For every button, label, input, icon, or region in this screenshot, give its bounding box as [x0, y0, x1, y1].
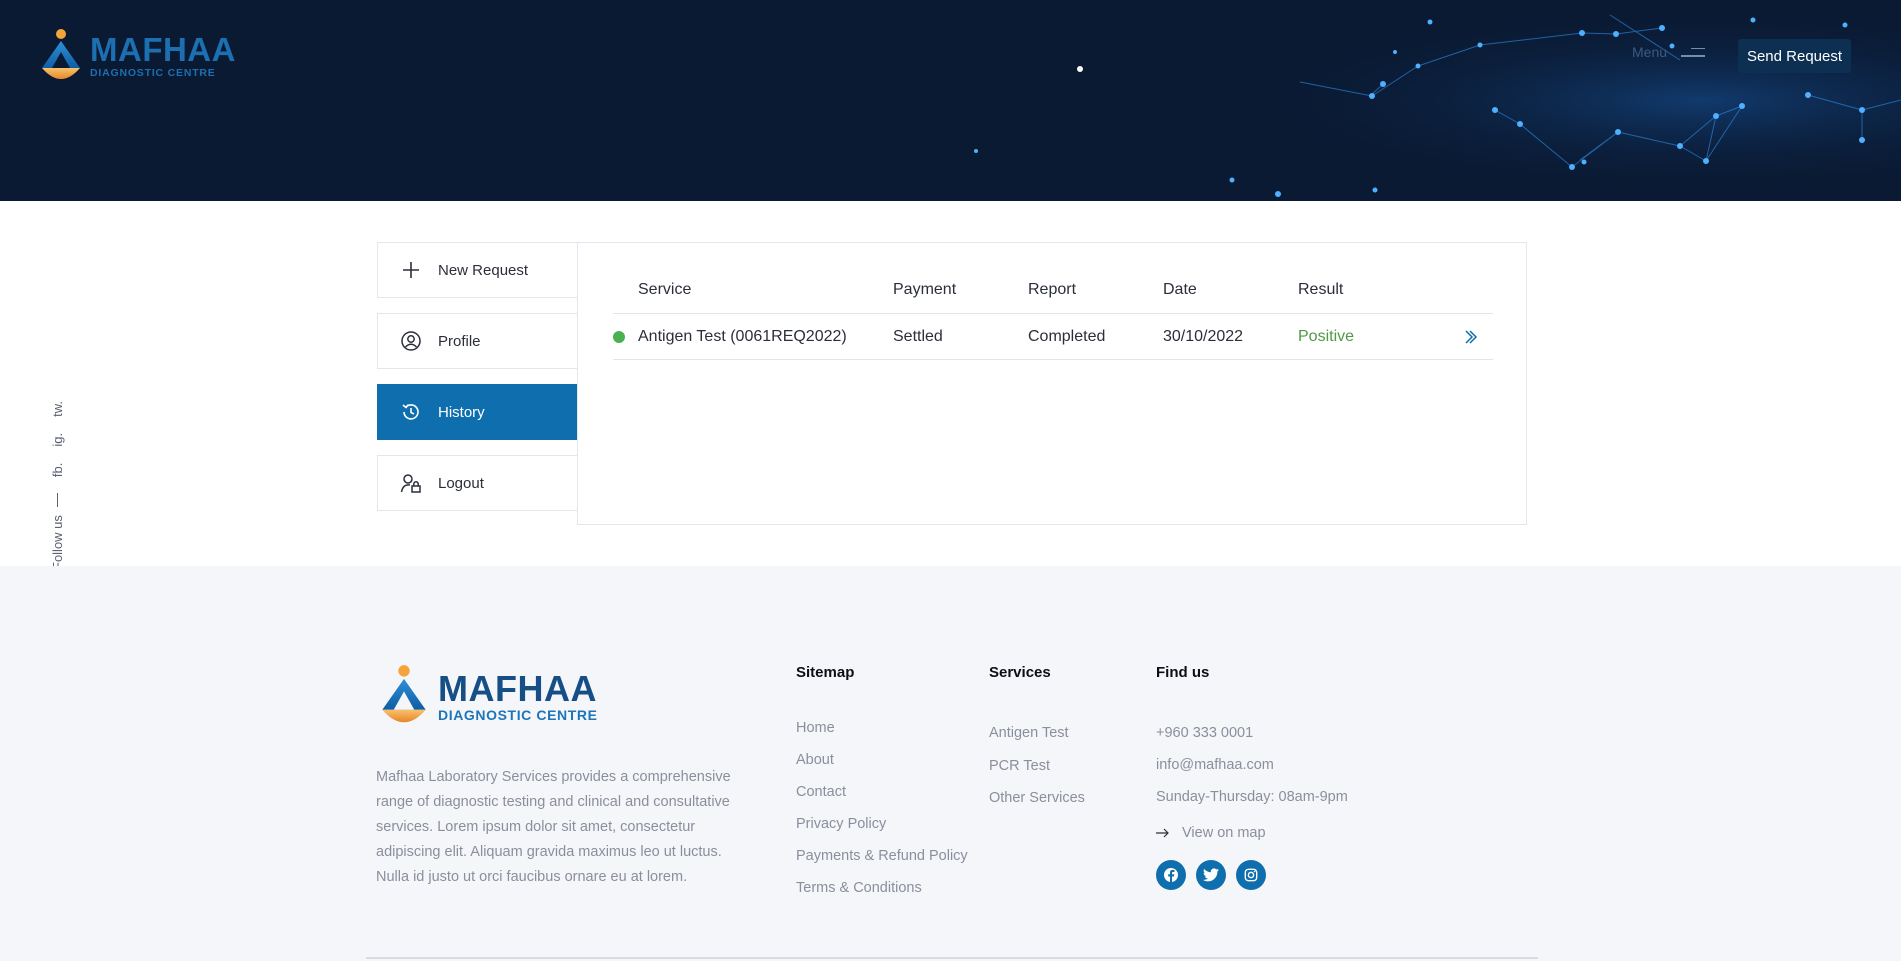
follow-divider — [57, 493, 58, 508]
history-panel: Service Payment Report Date Result Antig… — [577, 242, 1527, 525]
instagram-link[interactable]: ig. — [50, 433, 65, 447]
find-us-heading: Find us — [1156, 664, 1210, 681]
sidebar-item-history[interactable]: History — [377, 384, 578, 440]
services-heading: Services — [989, 664, 1051, 681]
instagram-icon — [1244, 868, 1258, 882]
twitter-link[interactable]: tw. — [50, 401, 65, 417]
footer-link-contact[interactable]: Contact — [796, 782, 968, 814]
site-header: MAFHAA DIAGNOSTIC CENTRE Menu Send Reque… — [0, 0, 1901, 201]
column-header-payment: Payment — [893, 281, 957, 298]
sidebar-item-new-request[interactable]: New Request — [377, 242, 578, 298]
follow-us-label: Follow us — [50, 515, 65, 570]
footer-link-about[interactable]: About — [796, 750, 968, 782]
facebook-icon — [1164, 868, 1178, 883]
footer-sitemap: Sitemap Home About Contact Privacy Polic… — [796, 664, 968, 910]
status-dot-cell — [613, 314, 625, 359]
sidebar-item-logout[interactable]: Logout — [377, 455, 578, 511]
table-header-row: Service Payment Report Date Result — [613, 267, 1493, 314]
twitter-button[interactable] — [1196, 860, 1226, 890]
footer-link-payments-refund-policy[interactable]: Payments & Refund Policy — [796, 846, 968, 878]
footer-brand-name: MAFHAA — [438, 667, 597, 709]
footer-link-antigen-test[interactable]: Antigen Test — [989, 723, 1085, 756]
footer-about-text: Mafhaa Laboratory Services provides a co… — [376, 769, 731, 885]
history-table: Service Payment Report Date Result Antig… — [613, 243, 1493, 360]
header-brand-name: MAFHAA — [90, 31, 236, 69]
column-header-report: Report — [1028, 281, 1077, 298]
footer-link-home[interactable]: Home — [796, 718, 968, 750]
report-cell: Completed — [1028, 327, 1106, 345]
facebook-link[interactable]: fb. — [50, 463, 65, 477]
social-icons — [1156, 860, 1348, 890]
user-lock-icon — [400, 474, 421, 493]
contact-email[interactable]: info@mafhaa.com — [1156, 755, 1348, 787]
sidebar-item-label: Profile — [438, 332, 481, 350]
menu-toggle[interactable]: Menu — [1632, 44, 1706, 60]
sidebar-item-label: New Request — [438, 261, 529, 279]
contact-phone[interactable]: +960 333 0001 — [1156, 723, 1348, 755]
column-header-service: Service — [638, 281, 692, 298]
status-indicator — [613, 330, 625, 343]
network-background-image — [0, 0, 1901, 201]
result-cell: Positive — [1298, 327, 1355, 345]
footer-link-pcr-test[interactable]: PCR Test — [989, 756, 1085, 789]
follow-us-bar: Follow us fb. ig. tw. — [50, 401, 65, 570]
instagram-button[interactable] — [1236, 860, 1266, 890]
date-cell: 30/10/2022 — [1163, 327, 1244, 345]
double-chevron-right-icon — [1465, 329, 1478, 344]
column-header-date: Date — [1163, 281, 1197, 298]
user-circle-icon — [401, 331, 421, 351]
view-on-map-link[interactable]: View on map — [1156, 825, 1348, 841]
footer-services: Services Antigen Test PCR Test Other Ser… — [989, 664, 1085, 821]
arrow-right-icon — [1156, 828, 1169, 838]
header-logo[interactable]: MAFHAA DIAGNOSTIC CENTRE — [38, 28, 236, 84]
hamburger-icon — [1681, 47, 1706, 57]
footer-link-privacy-policy[interactable]: Privacy Policy — [796, 814, 968, 846]
view-on-map-label: View on map — [1182, 825, 1266, 841]
footer-brand-subtitle: DIAGNOSTIC CENTRE — [438, 706, 598, 723]
sitemap-heading: Sitemap — [796, 664, 855, 681]
facebook-button[interactable] — [1156, 860, 1186, 890]
plus-icon — [403, 262, 419, 278]
footer-divider — [366, 957, 1538, 959]
sidebar-item-profile[interactable]: Profile — [377, 313, 578, 369]
footer-link-other-services[interactable]: Other Services — [989, 788, 1085, 821]
menu-label: Menu — [1632, 44, 1668, 60]
mafhaa-logo-mark-icon — [382, 665, 426, 723]
table-row[interactable]: Antigen Test (0061REQ2022) Settled Compl… — [613, 314, 1493, 360]
header-brand-subtitle: DIAGNOSTIC CENTRE — [90, 67, 216, 80]
sidebar-item-label: Logout — [438, 474, 484, 492]
mafhaa-logo-mark-icon — [42, 29, 80, 79]
service-cell: Antigen Test (0061REQ2022) — [638, 327, 847, 345]
sidebar-item-label: History — [438, 403, 485, 421]
column-header-result: Result — [1298, 281, 1344, 298]
footer-link-terms[interactable]: Terms & Conditions — [796, 878, 968, 910]
payment-cell: Settled — [893, 327, 943, 345]
footer-logo[interactable]: MAFHAA DIAGNOSTIC CENTRE — [376, 664, 598, 728]
footer-find-us: Find us +960 333 0001 info@mafhaa.com Su… — [1156, 664, 1348, 890]
send-request-button[interactable]: Send Request — [1738, 39, 1851, 73]
opening-hours: Sunday-Thursday: 08am-9pm — [1156, 789, 1348, 805]
site-footer: MAFHAA DIAGNOSTIC CENTRE Mafhaa Laborato… — [0, 566, 1901, 961]
history-icon — [402, 403, 419, 420]
twitter-icon — [1203, 868, 1219, 882]
view-details-button[interactable] — [1463, 314, 1479, 359]
